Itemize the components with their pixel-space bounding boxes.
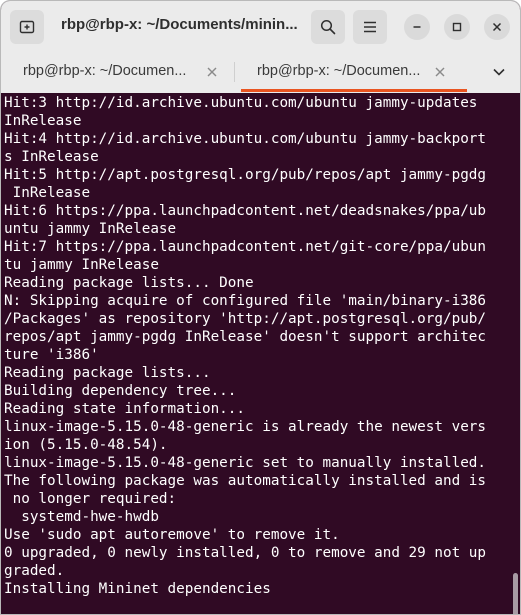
terminal-line: /Packages' as repository 'http://apt.pos…: [4, 311, 487, 327]
minimize-icon: [413, 26, 421, 28]
tab-list-button[interactable]: [489, 64, 509, 80]
terminal-line: InRelease: [4, 113, 82, 129]
terminal-line: Installing Mininet dependencies: [4, 581, 271, 597]
terminal-line: repos/apt jammy-pgdg InRelease' doesn't …: [4, 329, 487, 345]
terminal-line: ture 'i386': [4, 347, 99, 363]
terminal-window: rbp@rbp-x: ~/Documents/minin... rbp@rbp-…: [0, 0, 521, 615]
tab-divider: [234, 62, 235, 82]
terminal-line: Use 'sudo apt autoremove' to remove it.: [4, 527, 340, 543]
terminal-line: graded.: [4, 563, 65, 579]
terminal-line: Hit:4 http://id.archive.ubuntu.com/ubunt…: [4, 131, 487, 147]
terminal-output[interactable]: Hit:3 http://id.archive.ubuntu.com/ubunt…: [1, 93, 520, 614]
terminal-line: ion (5.15.0-48.54).: [4, 437, 168, 453]
close-icon[interactable]: [205, 65, 219, 79]
terminal-line: Hit:6 https://ppa.launchpadcontent.net/d…: [4, 203, 487, 219]
terminal-line: Reading package lists... Done: [4, 275, 254, 291]
close-button[interactable]: [484, 14, 510, 40]
minimize-button[interactable]: [404, 14, 430, 40]
terminal-line: s InRelease: [4, 149, 99, 165]
tab-label: rbp@rbp-x: ~/Documen...: [257, 63, 421, 79]
search-button[interactable]: [311, 10, 345, 44]
terminal-line: Reading state information...: [4, 401, 246, 417]
terminal-line: linux-image-5.15.0-48-generic set to man…: [4, 455, 487, 471]
terminal-line: no longer required:: [4, 491, 177, 507]
terminal-line: tu jammy InRelease: [4, 257, 159, 273]
terminal-line: Building dependency tree...: [4, 383, 237, 399]
terminal-line: Hit:7 https://ppa.launchpadcontent.net/g…: [4, 239, 487, 255]
tab-terminal-1[interactable]: rbp@rbp-x: ~/Documen...: [1, 52, 231, 92]
terminal-line: InRelease: [4, 185, 91, 201]
search-icon: [320, 19, 336, 35]
tab-label: rbp@rbp-x: ~/Documen...: [23, 63, 187, 79]
terminal-line: linux-image-5.15.0-48-generic is already…: [4, 419, 487, 435]
new-tab-icon: [19, 20, 35, 34]
terminal-line: 0 upgraded, 0 newly installed, 0 to remo…: [4, 545, 487, 561]
terminal-line: N: Skipping acquire of configured file '…: [4, 293, 487, 309]
tab-bar: rbp@rbp-x: ~/Documen... rbp@rbp-x: ~/Doc…: [1, 52, 520, 94]
title-bar: rbp@rbp-x: ~/Documents/minin...: [1, 1, 520, 52]
chevron-down-icon: [493, 68, 505, 76]
menu-button[interactable]: [353, 10, 387, 44]
close-icon[interactable]: [433, 65, 447, 79]
terminal-line: Hit:3 http://id.archive.ubuntu.com/ubunt…: [4, 95, 478, 111]
window-title: rbp@rbp-x: ~/Documents/minin...: [61, 16, 298, 33]
close-icon: [492, 22, 502, 32]
terminal-line: Reading package lists...: [4, 365, 211, 381]
tab-terminal-2[interactable]: rbp@rbp-x: ~/Documen...: [239, 52, 469, 92]
maximize-button[interactable]: [444, 14, 470, 40]
terminal-line: systemd-hwe-hwdb: [4, 509, 159, 525]
terminal-line: The following package was automatically …: [4, 473, 487, 489]
scrollbar-thumb[interactable]: [513, 573, 518, 614]
terminal-line: Hit:5 http://apt.postgresql.org/pub/repo…: [4, 167, 487, 183]
terminal-line: untu jammy InRelease: [4, 221, 177, 237]
new-tab-button[interactable]: [10, 10, 44, 44]
maximize-icon: [452, 22, 462, 32]
hamburger-menu-icon: [364, 21, 376, 33]
